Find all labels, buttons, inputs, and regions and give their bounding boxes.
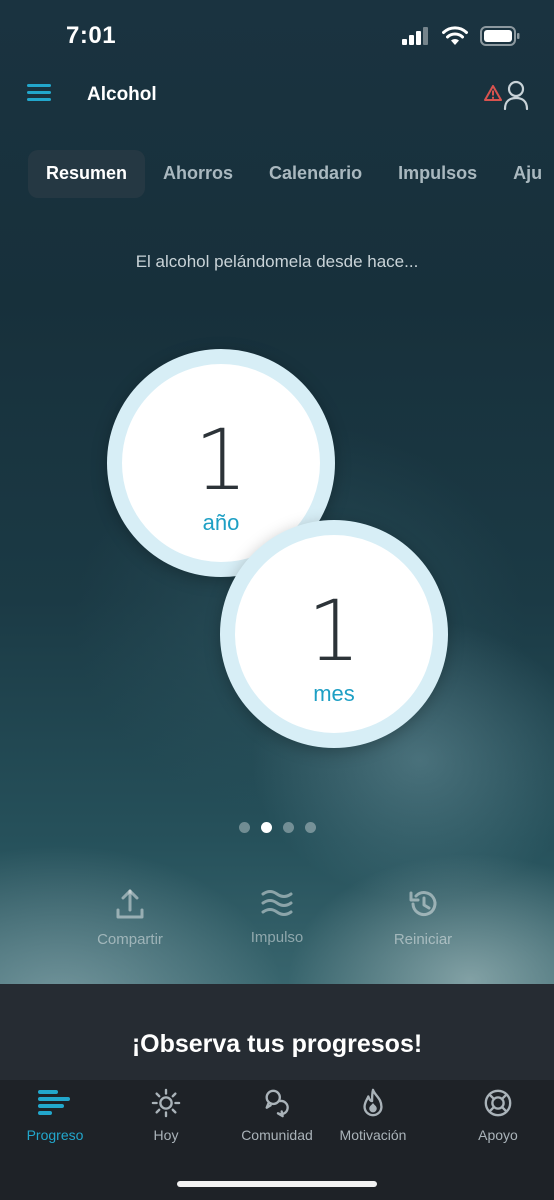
- action-buttons: Compartir Impulso Reiniciar: [0, 888, 554, 958]
- counter-months-unit: mes: [313, 681, 355, 706]
- history-reset-icon: [409, 891, 437, 917]
- counter-months: 1 mes: [220, 520, 448, 748]
- home-indicator[interactable]: [177, 1181, 377, 1187]
- user-profile-icon[interactable]: [503, 80, 529, 110]
- nav-label-comunidad: Comunidad: [241, 1127, 313, 1143]
- sober-since-subtitle: El alcohol pelándomela desde hace...: [135, 252, 419, 271]
- counter-months-value: 1: [307, 582, 361, 680]
- counter-years-value: 1: [194, 411, 248, 509]
- page-dot[interactable]: [282, 822, 294, 833]
- cellular-signal-icon: [402, 27, 428, 45]
- warning-icon[interactable]: [484, 85, 502, 101]
- flame-icon: [363, 1088, 383, 1117]
- nav-item-motivacion[interactable]: Motivación: [318, 1088, 428, 1143]
- tab-impulsos[interactable]: Impulsos: [380, 150, 495, 198]
- share-button[interactable]: Compartir: [70, 888, 190, 948]
- reset-label: Reiniciar: [393, 931, 453, 948]
- progress-bars-icon: [38, 1090, 70, 1115]
- waves-icon: [261, 890, 293, 916]
- nav-label-progreso: Progreso: [26, 1127, 84, 1143]
- tab-ahorros[interactable]: Ahorros: [145, 150, 251, 198]
- app-screen: 7:01 Alcohol Resumen Ahorros Calendario …: [0, 0, 554, 1200]
- community-bubbles-icon: [265, 1089, 289, 1118]
- battery-icon: [480, 26, 520, 46]
- tab-bar: Resumen Ahorros Calendario Impulsos Aju: [28, 150, 554, 198]
- urge-label: Impulso: [250, 929, 304, 946]
- share-label: Compartir: [97, 931, 163, 948]
- nav-label-hoy: Hoy: [153, 1127, 179, 1143]
- tab-ajustes[interactable]: Aju: [495, 150, 554, 198]
- tab-calendario[interactable]: Calendario: [251, 150, 380, 198]
- nav-item-apoyo[interactable]: Apoyo: [443, 1088, 553, 1143]
- page-dot-current[interactable]: [260, 822, 272, 833]
- lifebuoy-icon: [484, 1089, 512, 1117]
- nav-item-comunidad[interactable]: Comunidad: [222, 1088, 332, 1143]
- progress-banner[interactable]: ¡Observa tus progresos!: [0, 984, 554, 1080]
- urge-button[interactable]: Impulso: [217, 888, 337, 946]
- app-header: Alcohol: [0, 72, 554, 118]
- reset-button[interactable]: Reiniciar: [363, 888, 483, 948]
- page-indicator[interactable]: [0, 822, 554, 833]
- nav-item-hoy[interactable]: Hoy: [111, 1088, 221, 1143]
- wifi-icon: [442, 26, 468, 45]
- page-dot[interactable]: [304, 822, 316, 833]
- status-icons: [402, 26, 520, 46]
- hamburger-menu-icon[interactable]: [27, 84, 51, 104]
- nav-label-motivacion: Motivación: [339, 1127, 407, 1143]
- nav-item-progreso[interactable]: Progreso: [0, 1088, 110, 1143]
- sun-icon: [151, 1088, 181, 1118]
- status-time: 7:01: [66, 22, 117, 49]
- tab-resumen[interactable]: Resumen: [28, 150, 146, 198]
- nav-label-apoyo: Apoyo: [478, 1127, 518, 1143]
- banner-text: ¡Observa tus progresos!: [131, 1030, 423, 1058]
- share-icon: [116, 889, 144, 919]
- page-title: Alcohol: [87, 84, 157, 105]
- page-dot[interactable]: [238, 822, 250, 833]
- status-bar: 7:01: [0, 0, 554, 72]
